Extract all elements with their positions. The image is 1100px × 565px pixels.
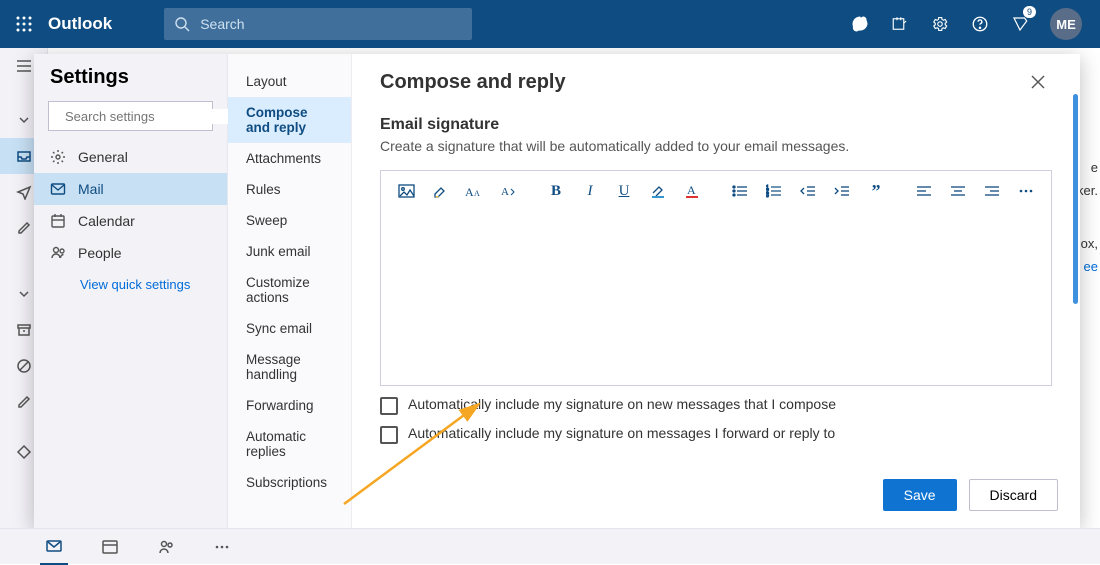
notes-icon[interactable]	[880, 0, 920, 48]
settings-main-panel: Compose and reply Email signature Create…	[352, 54, 1080, 528]
discard-button[interactable]: Discard	[969, 479, 1058, 511]
settings-left-panel: Settings General Mail Calendar People	[34, 54, 228, 528]
align-center-icon[interactable]	[945, 178, 971, 204]
checkbox-forward-reply[interactable]: Automatically include my signature on me…	[380, 425, 1052, 444]
settings-modal: Settings General Mail Calendar People	[34, 54, 1080, 528]
indent-icon[interactable]	[829, 178, 855, 204]
email-signature-heading: Email signature	[380, 116, 1052, 134]
font-size-icon[interactable]: AA	[461, 178, 487, 204]
gear-icon	[50, 149, 66, 165]
scrollbar-thumb[interactable]	[1073, 94, 1078, 304]
text-highlight-color-icon[interactable]	[645, 178, 671, 204]
settings-nav-label: Calendar	[78, 213, 135, 229]
settings-nav-label: People	[78, 245, 122, 261]
svg-text:A: A	[474, 189, 480, 198]
align-right-icon[interactable]	[979, 178, 1005, 204]
category-layout[interactable]: Layout	[228, 66, 351, 97]
taskbar-more-icon[interactable]	[208, 544, 236, 550]
settings-nav-calendar[interactable]: Calendar	[34, 205, 227, 237]
search-icon	[174, 16, 190, 32]
bullet-list-icon[interactable]	[727, 178, 753, 204]
settings-overlay: Settings General Mail Calendar People	[0, 48, 1100, 528]
italic-icon[interactable]: I	[577, 178, 603, 204]
more-options-icon[interactable]	[1013, 178, 1039, 204]
settings-search-input[interactable]	[65, 109, 241, 124]
avatar[interactable]: ME	[1050, 8, 1082, 40]
settings-title: Settings	[34, 66, 227, 101]
help-icon[interactable]	[960, 0, 1000, 48]
mail-icon	[50, 181, 66, 197]
align-left-icon[interactable]	[911, 178, 937, 204]
checkbox-label: Automatically include my signature on me…	[408, 425, 835, 441]
numbered-list-icon[interactable]: 123	[761, 178, 787, 204]
outdent-icon[interactable]	[795, 178, 821, 204]
font-size-dropdown-icon[interactable]: A	[495, 178, 521, 204]
brand-label: Outlook	[48, 14, 112, 34]
search-input[interactable]	[200, 16, 462, 32]
category-sync-email[interactable]: Sync email	[228, 313, 351, 344]
bottom-taskbar	[0, 528, 1100, 564]
checkbox-icon[interactable]	[380, 397, 398, 415]
checkbox-label: Automatically include my signature on ne…	[408, 396, 836, 412]
calendar-icon	[50, 213, 66, 229]
category-sweep[interactable]: Sweep	[228, 205, 351, 236]
people-icon	[50, 245, 66, 261]
signature-editor[interactable]: AA A B I U A 123 ”	[380, 170, 1052, 386]
svg-text:A: A	[465, 185, 474, 198]
quote-icon[interactable]: ”	[863, 178, 889, 204]
category-message-handling[interactable]: Message handling	[228, 344, 351, 390]
editor-toolbar: AA A B I U A 123 ”	[381, 171, 1051, 211]
app-header: Outlook 9 ME	[0, 0, 1100, 48]
taskbar-mail-icon[interactable]	[40, 529, 68, 565]
notifications-icon[interactable]: 9	[1000, 0, 1040, 48]
settings-nav-general[interactable]: General	[34, 141, 227, 173]
close-button[interactable]	[1024, 68, 1052, 96]
settings-nav-label: Mail	[78, 181, 104, 197]
svg-text:A: A	[687, 183, 696, 197]
settings-nav-mail[interactable]: Mail	[34, 173, 227, 205]
page-title: Compose and reply	[380, 71, 566, 94]
view-quick-settings-link[interactable]: View quick settings	[34, 269, 227, 292]
taskbar-calendar-icon[interactable]	[96, 538, 124, 556]
settings-search[interactable]	[48, 101, 213, 131]
global-search[interactable]	[164, 8, 472, 40]
svg-text:3: 3	[766, 193, 769, 198]
email-signature-desc: Create a signature that will be automati…	[380, 138, 1052, 154]
close-icon	[1031, 75, 1045, 89]
highlight-icon[interactable]	[427, 178, 453, 204]
app-launcher-icon[interactable]	[8, 8, 40, 40]
category-forwarding[interactable]: Forwarding	[228, 390, 351, 421]
skype-icon[interactable]	[840, 0, 880, 48]
bold-icon[interactable]: B	[543, 178, 569, 204]
settings-footer: Save Discard	[352, 472, 1080, 528]
settings-nav-label: General	[78, 149, 128, 165]
settings-nav-people[interactable]: People	[34, 237, 227, 269]
taskbar-people-icon[interactable]	[152, 538, 180, 556]
underline-icon[interactable]: U	[611, 178, 637, 204]
checkbox-new-messages[interactable]: Automatically include my signature on ne…	[380, 396, 1052, 415]
category-attachments[interactable]: Attachments	[228, 143, 351, 174]
save-button[interactable]: Save	[883, 479, 957, 511]
category-junk-email[interactable]: Junk email	[228, 236, 351, 267]
settings-icon[interactable]	[920, 0, 960, 48]
category-subscriptions[interactable]: Subscriptions	[228, 467, 351, 498]
font-color-icon[interactable]: A	[679, 178, 705, 204]
svg-text:A: A	[501, 186, 509, 198]
signature-textarea[interactable]	[381, 211, 1051, 385]
category-automatic-replies[interactable]: Automatic replies	[228, 421, 351, 467]
category-rules[interactable]: Rules	[228, 174, 351, 205]
notification-badge: 9	[1023, 6, 1036, 18]
insert-image-icon[interactable]	[393, 178, 419, 204]
checkbox-icon[interactable]	[380, 426, 398, 444]
category-customize-actions[interactable]: Customize actions	[228, 267, 351, 313]
settings-categories: Layout Compose and reply Attachments Rul…	[228, 54, 352, 528]
category-compose-and-reply[interactable]: Compose and reply	[228, 97, 351, 143]
